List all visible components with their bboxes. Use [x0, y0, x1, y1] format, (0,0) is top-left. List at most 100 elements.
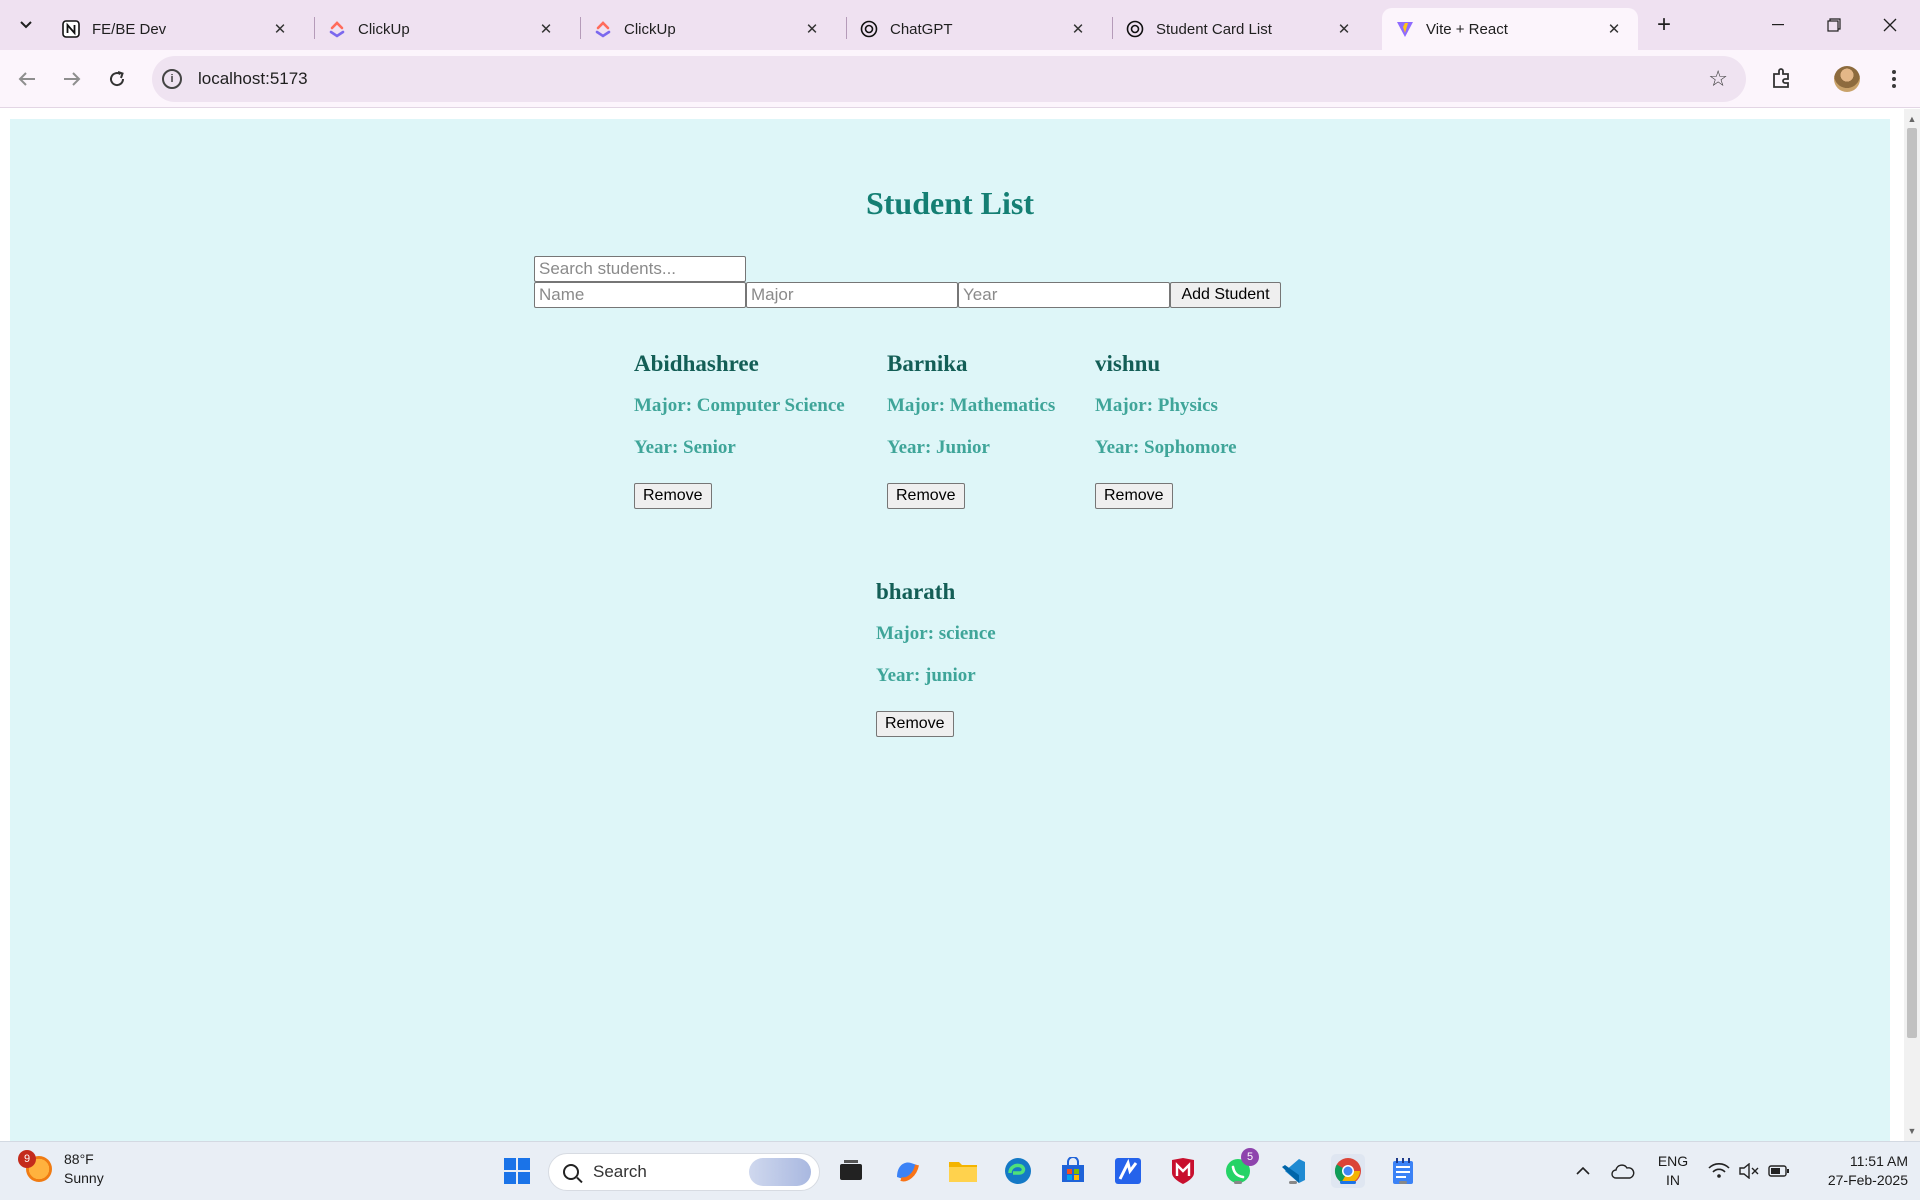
search-icon [563, 1164, 579, 1180]
speaker-muted-icon[interactable] [1734, 1154, 1764, 1188]
student-year: Year: Junior [887, 437, 990, 458]
microsoft-store-icon[interactable] [1056, 1154, 1090, 1188]
remove-button[interactable]: Remove [876, 711, 954, 737]
tab-title: ClickUp [624, 20, 676, 38]
chevron-up-icon[interactable] [1568, 1154, 1598, 1188]
notepad-icon[interactable] [1386, 1154, 1420, 1188]
close-icon[interactable]: ✕ [802, 19, 822, 39]
page-title: Student List [865, 185, 1035, 221]
student-year: Year: Sophomore [1095, 437, 1237, 458]
forward-icon[interactable] [57, 64, 87, 94]
chatgpt-icon [860, 20, 878, 38]
running-indicator [1340, 1181, 1356, 1184]
student-major: Major: Mathematics [887, 395, 1056, 416]
profile-avatar[interactable] [1834, 66, 1860, 92]
tab-clickup-1[interactable]: ClickUp ✕ [314, 8, 570, 50]
running-indicator [1234, 1181, 1242, 1184]
student-card: Abidhashree Major: Computer Science Year… [634, 351, 845, 509]
sun-icon: 9 [18, 1150, 52, 1182]
windows-start-icon[interactable] [500, 1154, 534, 1188]
back-icon[interactable] [12, 64, 42, 94]
chatgpt-icon [1126, 20, 1144, 38]
windows-taskbar: 9 88°F Sunny Search 5 ENG IN 11:51 AM 27… [0, 1141, 1920, 1200]
close-icon[interactable]: ✕ [1334, 19, 1354, 39]
tab-search-chevron-icon[interactable] [12, 11, 40, 39]
running-indicator [1399, 1181, 1407, 1184]
vite-icon [1396, 20, 1414, 38]
close-icon[interactable]: ✕ [536, 19, 556, 39]
remove-button[interactable]: Remove [634, 483, 712, 509]
restore-icon[interactable] [1806, 0, 1862, 50]
student-name: Abidhashree [634, 351, 759, 376]
notion-icon [62, 20, 80, 38]
window-close-icon[interactable] [1862, 0, 1918, 50]
task-view-icon[interactable] [834, 1154, 868, 1188]
browser-toolbar: i localhost:5173 ☆ [0, 50, 1920, 108]
clickup-icon [328, 20, 346, 38]
search-highlight-icon [749, 1158, 811, 1186]
add-student-button[interactable]: Add Student [1170, 282, 1281, 308]
tab-fe-be-dev[interactable]: FE/BE Dev ✕ [48, 8, 304, 50]
scroll-down-icon[interactable]: ▼ [1904, 1123, 1920, 1139]
language-code: ENG [1657, 1153, 1689, 1169]
copilot-icon[interactable] [890, 1154, 924, 1188]
student-major: Major: Physics [1095, 395, 1218, 416]
tab-title: Student Card List [1156, 20, 1272, 38]
student-card: vishnu Major: Physics Year: Sophomore Re… [1095, 351, 1237, 509]
tab-student-card-list[interactable]: Student Card List ✕ [1112, 8, 1368, 50]
mcafee-icon[interactable] [1166, 1154, 1200, 1188]
close-icon[interactable]: ✕ [1604, 19, 1624, 39]
student-major: Major: Computer Science [634, 395, 845, 416]
year-field[interactable] [958, 282, 1170, 308]
clock-date: 27-Feb-2025 [1827, 1172, 1908, 1188]
scrollbar-thumb[interactable] [1907, 128, 1917, 1038]
remove-button[interactable]: Remove [887, 483, 965, 509]
wifi-icon[interactable] [1704, 1154, 1734, 1188]
app-root: Student List Add Student Abidhashree Maj… [10, 119, 1890, 1141]
notification-badge: 9 [18, 1150, 36, 1168]
weather-widget[interactable]: 9 88°F Sunny [18, 1150, 104, 1188]
tab-clickup-2[interactable]: ClickUp ✕ [580, 8, 836, 50]
file-explorer-icon[interactable] [946, 1154, 980, 1188]
power-automate-icon[interactable] [1111, 1154, 1145, 1188]
whatsapp-icon[interactable]: 5 [1221, 1148, 1259, 1188]
running-indicator [1289, 1181, 1297, 1184]
new-tab-icon[interactable]: + [1650, 11, 1678, 39]
name-field[interactable] [534, 282, 746, 308]
tab-title: FE/BE Dev [92, 20, 167, 38]
search-input[interactable] [534, 256, 746, 282]
tab-chatgpt[interactable]: ChatGPT ✕ [846, 8, 1102, 50]
reload-icon[interactable] [102, 64, 132, 94]
close-icon[interactable]: ✕ [270, 19, 290, 39]
site-info-icon[interactable]: i [162, 69, 182, 89]
vertical-scrollbar[interactable]: ▲ ▼ [1904, 109, 1920, 1141]
address-url[interactable]: localhost:5173 [198, 69, 308, 89]
weather-condition: Sunny [64, 1170, 104, 1186]
bookmark-star-icon[interactable]: ☆ [1708, 66, 1728, 92]
student-card: bharath Major: science Year: junior Remo… [876, 579, 996, 737]
taskbar-search[interactable]: Search [548, 1153, 820, 1191]
vscode-icon[interactable] [1276, 1154, 1310, 1188]
onedrive-icon[interactable] [1608, 1154, 1638, 1188]
tab-title: ChatGPT [890, 20, 953, 38]
remove-button[interactable]: Remove [1095, 483, 1173, 509]
student-year: Year: junior [876, 665, 976, 686]
close-icon[interactable]: ✕ [1068, 19, 1088, 39]
edge-icon[interactable] [1001, 1154, 1035, 1188]
taskbar-search-label: Search [593, 1162, 647, 1181]
scroll-up-icon[interactable]: ▲ [1904, 111, 1920, 127]
language-indicator[interactable]: ENG IN [1651, 1152, 1695, 1190]
clock-time: 11:51 AM [1849, 1153, 1908, 1169]
weather-temp: 88°F [64, 1151, 94, 1167]
minimize-icon[interactable] [1750, 0, 1806, 50]
battery-icon[interactable] [1764, 1154, 1794, 1188]
region-code: IN [1666, 1172, 1680, 1188]
address-bar[interactable]: i localhost:5173 ☆ [152, 56, 1746, 102]
extensions-icon[interactable] [1768, 64, 1796, 92]
clickup-icon [594, 20, 612, 38]
major-field[interactable] [746, 282, 958, 308]
clock[interactable]: 11:51 AM 27-Feb-2025 [1800, 1152, 1908, 1190]
chrome-icon[interactable] [1331, 1154, 1365, 1188]
browser-menu-icon[interactable] [1884, 64, 1904, 94]
tab-vite-react[interactable]: Vite + React ✕ [1382, 8, 1638, 50]
